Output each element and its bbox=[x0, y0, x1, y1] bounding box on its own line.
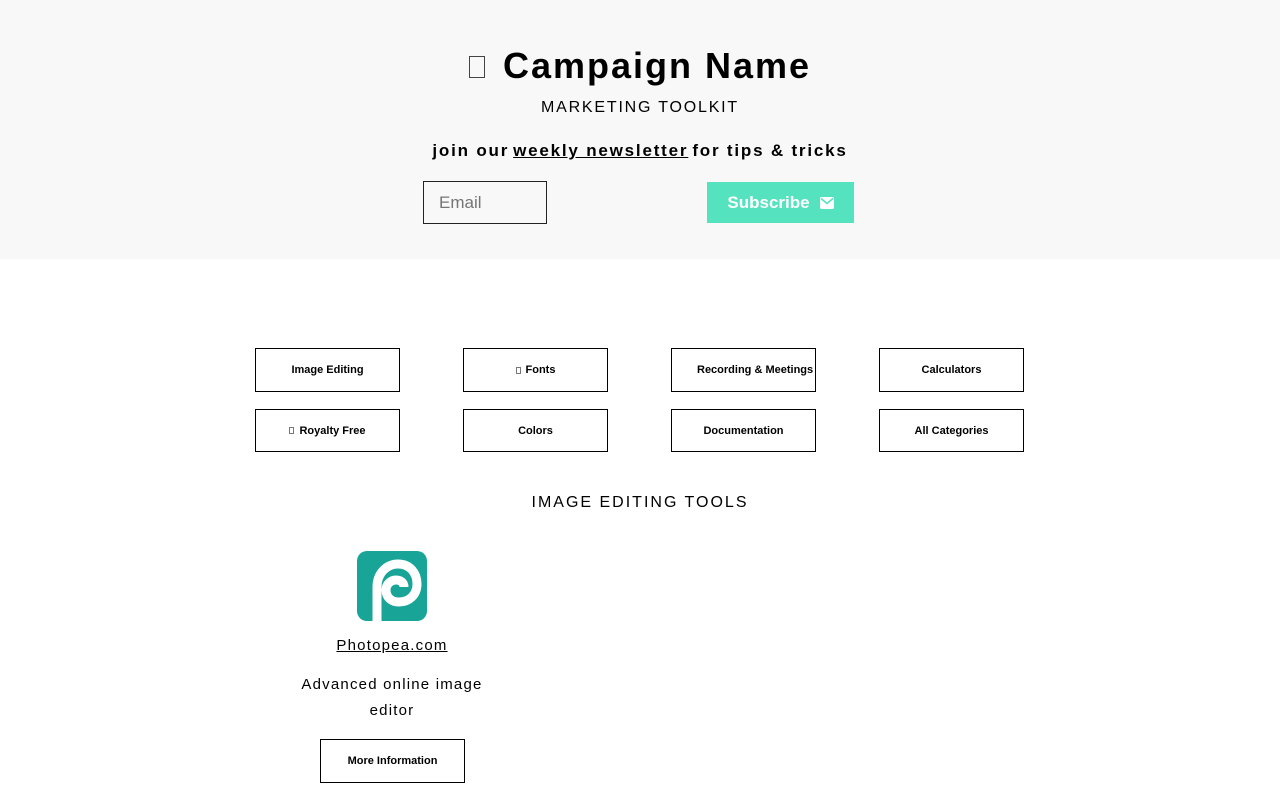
site-title: Campaign Name bbox=[502, 45, 812, 86]
newsletter-prompt: join our weekly newsletter for tips & tric… bbox=[0, 141, 1280, 161]
tool-card: Photopea.com Advanced online image edito… bbox=[292, 550, 492, 790]
category-royalty-free[interactable]: Royalty Free bbox=[255, 409, 400, 452]
category-label: Fonts bbox=[525, 364, 556, 376]
category-all-categories[interactable]: All Categories bbox=[879, 409, 1024, 452]
category-label: Colors bbox=[518, 424, 553, 437]
section-heading: IMAGE EDITING TOOLS bbox=[531, 494, 749, 511]
box-icon bbox=[515, 366, 521, 374]
category-image-editing[interactable]: Image Editing bbox=[255, 348, 400, 392]
photopea-logo-icon[interactable] bbox=[357, 551, 427, 621]
category-colors[interactable]: Colors bbox=[463, 409, 608, 452]
box-icon bbox=[289, 427, 295, 434]
category-calculators[interactable]: Calculators bbox=[879, 348, 1024, 392]
email-input[interactable] bbox=[423, 181, 547, 224]
site-subtitle: MARKETING TOOLKIT bbox=[540, 99, 740, 116]
category-label: Image Editing bbox=[291, 364, 364, 376]
category-label: All Categories bbox=[914, 424, 989, 437]
tool-link[interactable]: Photopea.com bbox=[292, 637, 492, 654]
envelope-icon bbox=[819, 196, 834, 209]
subscribe-label: Subscribe bbox=[727, 192, 810, 212]
more-information-button[interactable]: More Information bbox=[320, 739, 465, 783]
newsletter-suffix: for tips & tricks bbox=[692, 141, 848, 160]
site-logo-icon bbox=[468, 56, 485, 78]
title-row: Campaign Name bbox=[0, 44, 1280, 88]
tool-description: Advanced online image editor bbox=[301, 676, 483, 719]
category-label: Documentation bbox=[703, 424, 784, 437]
subscribe-button[interactable]: Subscribe bbox=[707, 182, 854, 223]
hero-header: Campaign Name MARKETING TOOLKIT join our… bbox=[0, 0, 1280, 259]
more-information-label: More Information bbox=[347, 755, 438, 767]
category-label: Recording & Meetings bbox=[697, 364, 814, 376]
newsletter-prefix: join our bbox=[432, 141, 510, 160]
category-documentation[interactable]: Documentation bbox=[671, 409, 816, 452]
category-label: Royalty Free bbox=[299, 424, 366, 437]
category-fonts[interactable]: Fonts bbox=[463, 348, 608, 392]
category-label: Calculators bbox=[921, 364, 982, 376]
category-recording-meetings[interactable]: Recording & Meetings bbox=[671, 348, 816, 392]
newsletter-link[interactable]: weekly newsletter bbox=[513, 141, 688, 160]
